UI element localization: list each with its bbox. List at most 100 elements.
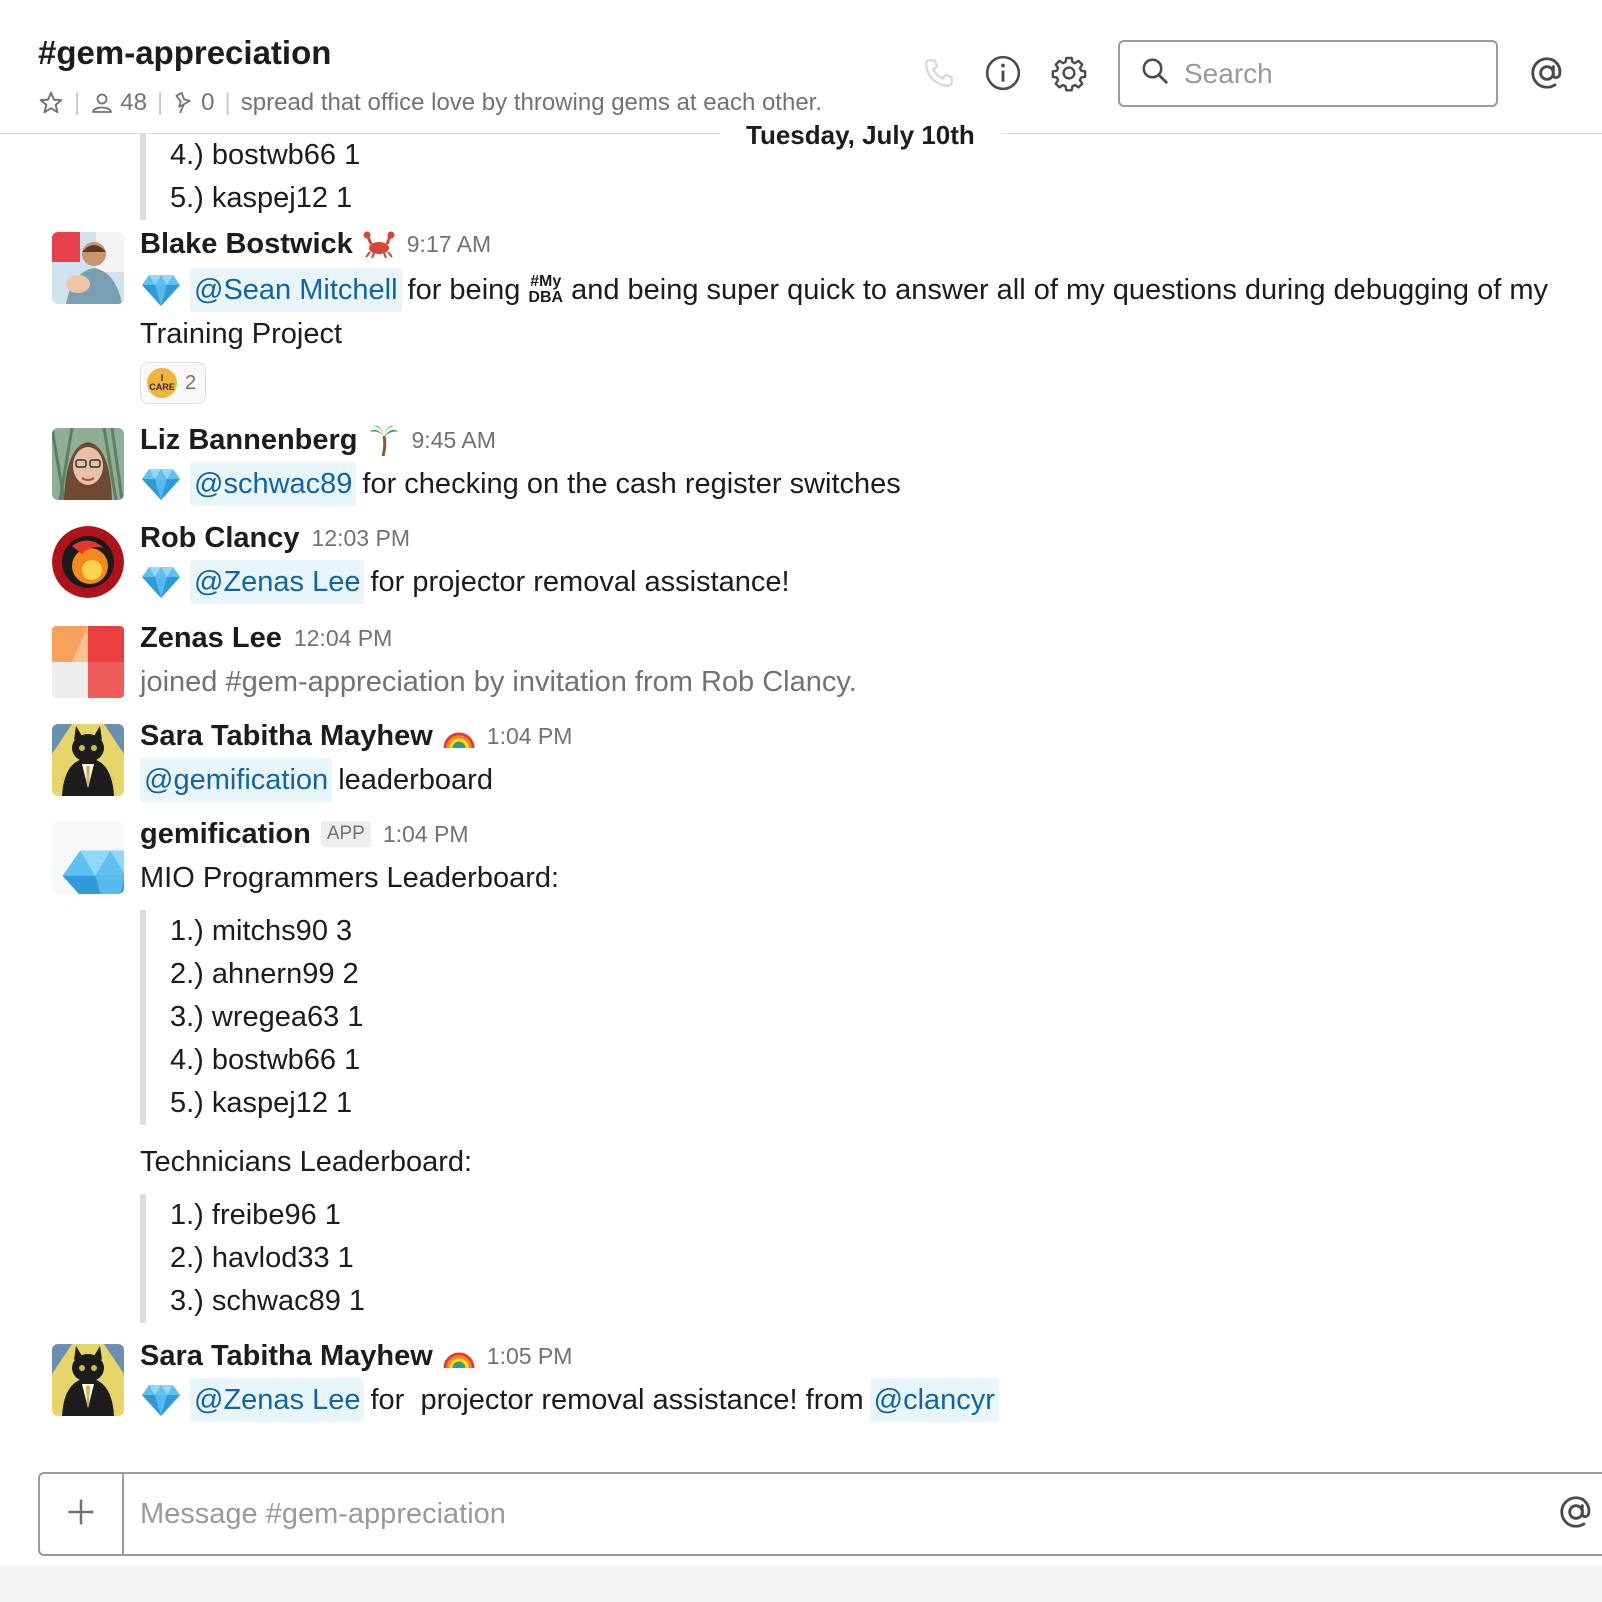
crab-icon[interactable] (363, 228, 395, 260)
message-text: for projector removal assistance! from (370, 1384, 864, 1416)
leaderboard-line: 2.) ahnern99 2 (170, 958, 359, 990)
message-input[interactable] (140, 1492, 1440, 1536)
message-time[interactable]: 9:45 AM (412, 427, 496, 454)
leaderboard-heading: Technicians Leaderboard: (140, 1146, 473, 1178)
gear-icon[interactable] (1050, 54, 1088, 92)
attach-button[interactable] (40, 1474, 124, 1554)
channel-meta: | 48 | 0 | spread that office love by th… (38, 86, 822, 120)
avatar[interactable] (52, 428, 124, 500)
message-list[interactable]: 4.) bostwb66 1 5.) kaspej12 1 Blake Bost… (0, 134, 1602, 1470)
message-body: @Sean Mitchell for being #My DBA and bei… (140, 268, 1580, 356)
leaderboard-quote: 4.) bostwb66 1 5.) kaspej12 1 (140, 134, 360, 220)
i-care-emoji-icon: I CARE (147, 368, 177, 398)
channel-title[interactable]: #gem-appreciation (38, 34, 331, 72)
gem-icon (140, 272, 182, 308)
message-header: gemification APP 1:04 PM (140, 814, 469, 854)
message-body: @gemification leaderboard (140, 758, 1580, 802)
mention-button[interactable] (1554, 1492, 1598, 1536)
user-mention[interactable]: @Zenas Lee (190, 1378, 365, 1422)
leaderboard-line: 5.) kaspej12 1 (170, 182, 353, 214)
search-input[interactable] (1184, 57, 1474, 90)
message-header: Sara Tabitha Mayhew 1:04 PM (140, 716, 572, 756)
message-text: Training Project (140, 318, 343, 350)
avatar[interactable] (52, 822, 124, 894)
leaderboard-line: 4.) bostwb66 1 (170, 1044, 361, 1076)
message-header: Rob Clancy 12:03 PM (140, 518, 410, 558)
message-body: @schwac89 for checking on the cash regis… (140, 462, 1580, 506)
user-mention[interactable]: @clancyr (869, 1378, 999, 1422)
pin-icon[interactable] (173, 91, 195, 115)
channel-topic[interactable]: spread that office love by throwing gems… (241, 89, 822, 117)
gem-icon (140, 1382, 182, 1418)
message-time[interactable]: 12:03 PM (312, 525, 410, 552)
message-time[interactable]: 1:04 PM (487, 723, 573, 750)
leaderboard-line: 3.) schwac89 1 (170, 1285, 366, 1317)
avatar[interactable] (52, 1344, 124, 1416)
search-box[interactable] (1118, 40, 1498, 107)
message-body: MIO Programmers Leaderboard: (140, 856, 1580, 900)
message-body: @Zenas Lee for projector removal assista… (140, 1378, 1580, 1422)
phone-icon[interactable] (920, 54, 958, 92)
leaderboard-line: 3.) wregea63 1 (170, 1001, 364, 1033)
leaderboard-heading: MIO Programmers Leaderboard: (140, 862, 560, 894)
reaction-button[interactable]: I CARE 2 (140, 362, 206, 404)
sender-name[interactable]: Liz Bannenberg (140, 424, 358, 457)
leaderboard-line: 4.) bostwb66 1 (170, 139, 361, 171)
message-text: for projector removal assistance! (370, 566, 790, 598)
user-mention[interactable]: @Zenas Lee (190, 560, 365, 604)
leaderboard-line: 5.) kaspej12 1 (170, 1087, 353, 1119)
message-body: Technicians Leaderboard: (140, 1140, 1580, 1184)
reaction-count: 2 (185, 371, 197, 394)
sender-name[interactable]: Rob Clancy (140, 522, 300, 555)
message-text: leaderboard (338, 764, 493, 796)
message-time[interactable]: 1:04 PM (383, 821, 469, 848)
user-mention[interactable]: @schwac89 (190, 462, 357, 506)
message-time[interactable]: 1:05 PM (487, 1343, 573, 1370)
separator: | (224, 89, 231, 116)
separator: | (156, 89, 164, 116)
pinned-count[interactable]: 0 (201, 89, 214, 117)
message-composer (38, 1472, 1602, 1556)
message-text: for being (407, 274, 521, 306)
sender-name[interactable]: Zenas Lee (140, 622, 282, 655)
sender-name[interactable]: Blake Bostwick (140, 228, 353, 261)
info-icon[interactable] (984, 54, 1022, 92)
message-header: Sara Tabitha Mayhew 1:05 PM (140, 1336, 572, 1376)
rainbow-icon[interactable] (443, 720, 475, 752)
footer-strip (0, 1566, 1602, 1602)
leaderboard-line: 1.) mitchs90 3 (170, 915, 353, 947)
date-divider: Tuesday, July 10th (720, 120, 1001, 150)
message-header: Liz Bannenberg 9:45 AM (140, 420, 496, 460)
leaderboard-quote: 1.) mitchs90 3 2.) ahnern99 2 3.) wregea… (140, 910, 363, 1125)
gem-icon (140, 564, 182, 600)
star-icon[interactable] (38, 90, 64, 116)
join-notice: joined #gem-appreciation by invitation f… (140, 666, 857, 698)
gem-icon (140, 466, 182, 502)
sender-name[interactable]: Sara Tabitha Mayhew (140, 1340, 433, 1373)
app-badge: APP (320, 821, 371, 847)
plus-icon (66, 1497, 96, 1532)
separator: | (74, 89, 81, 116)
message-time[interactable]: 9:17 AM (407, 231, 491, 258)
message-time[interactable]: 12:04 PM (294, 625, 392, 652)
member-count[interactable]: 48 (120, 89, 147, 117)
palm-tree-icon[interactable] (368, 424, 400, 456)
user-mention[interactable]: @Sean Mitchell (190, 268, 402, 312)
mentions-icon[interactable] (1528, 54, 1566, 92)
search-icon (1140, 56, 1170, 91)
message-body: joined #gem-appreciation by invitation f… (140, 660, 1580, 704)
user-mention[interactable]: @gemification (140, 758, 333, 802)
avatar[interactable] (52, 724, 124, 796)
leaderboard-quote: 1.) freibe96 1 2.) havlod33 1 3.) schwac… (140, 1194, 365, 1323)
sender-name[interactable]: Sara Tabitha Mayhew (140, 720, 433, 753)
leaderboard-line: 2.) havlod33 1 (170, 1242, 354, 1274)
message-text: for checking on the cash register switch… (362, 468, 901, 500)
avatar[interactable] (52, 626, 124, 698)
message-header: Blake Bostwick 9:17 AM (140, 224, 491, 264)
message-body: @Zenas Lee for projector removal assista… (140, 560, 1580, 604)
avatar[interactable] (52, 526, 124, 598)
avatar[interactable] (52, 232, 124, 304)
members-icon[interactable] (90, 91, 114, 115)
sender-name[interactable]: gemification (140, 818, 311, 851)
rainbow-icon[interactable] (443, 1340, 475, 1372)
